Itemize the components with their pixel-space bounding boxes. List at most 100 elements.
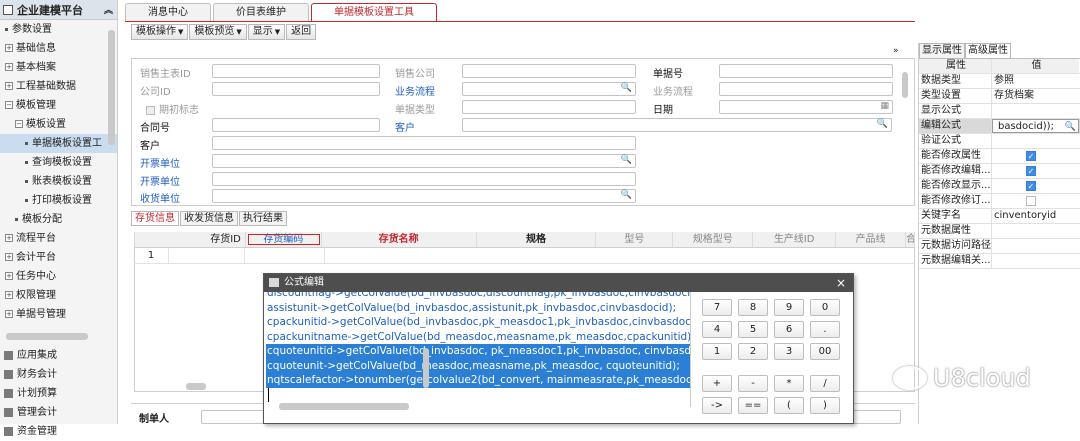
property-row[interactable]: 能否修改编辑... ✓ [919,164,1080,179]
property-value[interactable]: ✓ [992,164,1079,178]
display-button[interactable]: 显示 ▼ [247,24,286,40]
sidebar-item[interactable]: 查询模板设置 [0,153,117,172]
expand-icon[interactable]: + [5,82,13,90]
sub-tab[interactable]: 收发货信息 [180,211,238,226]
keypad-button[interactable]: 00 [810,343,840,360]
search-icon[interactable]: 🔍 [877,119,888,129]
sidebar-item[interactable]: 单据模板设置工 [0,134,117,153]
property-value[interactable] [992,224,1079,238]
module-item[interactable]: 管理会计 [0,403,118,422]
sidebar-item[interactable]: + 基本档案 [0,58,117,77]
property-value[interactable]: cinventoryid [992,209,1079,223]
property-row[interactable]: 能否修改显示... ✓ [919,179,1080,194]
keypad-button[interactable]: . [810,321,840,338]
property-value[interactable]: 存货档案 [992,89,1079,103]
column-header[interactable]: 存货名称 [322,232,477,247]
platform-header[interactable]: 企业建模平台 ︽ [0,0,117,20]
sidebar-item[interactable]: 账表模板设置 [0,172,117,191]
code-line[interactable]: assistunit->getColValue(bd_invbasdoc,ass… [266,301,690,316]
keypad-button[interactable]: 0 [810,299,840,316]
keypad-button[interactable]: -> [702,397,732,414]
search-icon[interactable]: 🔍 [621,190,632,200]
property-row[interactable]: 元数据访问路径 [919,239,1080,254]
keypad-button[interactable]: 8 [738,299,768,316]
property-value[interactable]: ✓ [992,149,1079,163]
expand-icon[interactable]: + [5,310,13,318]
cell[interactable] [169,248,245,263]
keypad-button[interactable]: 5 [738,321,768,338]
property-row[interactable]: 类型设置 存货档案 [919,89,1080,104]
column-header[interactable]: 合同 [906,232,915,247]
property-value[interactable] [992,239,1079,253]
column-header[interactable]: 存货ID [135,232,246,247]
template-ops-button[interactable]: 模板操作 ▼ [131,24,189,40]
input-customer-blue[interactable]: 🔍 [462,118,892,132]
expand-icon[interactable]: + [5,234,13,242]
dialog-titlebar[interactable]: 公式编辑 × [264,274,853,292]
input-company-id[interactable] [212,82,380,96]
tab-item[interactable]: 单据模板设置工具 [311,3,437,22]
table-row[interactable]: 1 [134,248,915,264]
keypad-button[interactable]: 7 [702,299,732,316]
keypad-button[interactable]: 4 [702,321,732,338]
template-preview-button[interactable]: 模板预览 ▼ [189,24,247,40]
property-value[interactable] [992,194,1079,208]
checkbox[interactable]: ✓ [1026,181,1036,191]
code-line[interactable]: cpackunitname->getColValue(bd_measdoc,me… [266,330,690,345]
expand-icon[interactable]: + [5,44,13,52]
checkbox[interactable]: ✓ [1026,151,1036,161]
sidebar-item[interactable]: − 模板设置 [0,115,117,134]
keypad-button[interactable]: - [738,375,768,392]
property-value[interactable]: 参照 [992,74,1079,88]
property-row[interactable]: 数据类型 参照 [919,74,1080,89]
module-item[interactable]: 资金管理 [0,422,118,441]
input-doc-no[interactable] [719,64,893,78]
search-icon[interactable]: 🔍 [1065,120,1076,132]
checkbox[interactable]: ✓ [1026,166,1036,176]
property-row[interactable]: 关键字名 cinventoryid [919,209,1080,224]
sidebar-item[interactable]: + 单据号管理 [0,305,117,324]
code-line[interactable]: cpackunitid->getColValue(bd_invbasdoc,pk… [266,315,690,330]
grid-scrollbar[interactable] [186,383,206,390]
input-invoice-unit-2[interactable] [212,172,636,186]
form-scrollbar[interactable] [902,72,908,98]
editor-vertical-scrollbar[interactable] [423,348,429,388]
column-header[interactable]: 规格 [477,232,597,247]
property-value[interactable] [992,134,1079,148]
property-row[interactable]: 编辑公式 basdocid)); 🔍 [919,119,1080,134]
sub-tab[interactable]: 执行结果 [239,211,287,226]
sidebar-item[interactable]: + 权限管理 [0,286,117,305]
expand-icon[interactable]: + [5,63,13,71]
close-icon[interactable]: × [836,274,846,292]
keypad-button[interactable]: / [810,375,840,392]
input-receive-unit[interactable]: 🔍 [212,189,636,203]
sidebar-item[interactable]: + 任务中心 [0,267,117,286]
sidebar-item[interactable]: + 流程平台 [0,229,117,248]
collapse-icon[interactable]: − [5,101,13,109]
sidebar-item[interactable]: + 工程基础数据 [0,77,117,96]
input-invoice-unit-1[interactable]: 🔍 [212,154,636,168]
sidebar-item[interactable]: + 会计平台 [0,248,117,267]
property-value[interactable]: ✓ [992,179,1079,193]
column-header[interactable]: 型号 [596,232,674,247]
code-line[interactable]: cquoteunit->getColValue(bd_measdoc,measn… [266,358,690,373]
calendar-icon[interactable]: ▦ [880,101,889,111]
column-header[interactable]: 存货编码 [246,232,322,247]
input-customer[interactable] [212,136,636,150]
property-row[interactable]: 元数据编辑关... [919,254,1080,269]
column-header[interactable]: 生产线ID [753,232,837,247]
keypad-button[interactable]: * [774,375,804,392]
keypad-button[interactable]: 1 [702,343,732,360]
keypad-button[interactable]: ( [774,397,804,414]
input-biz-flow-2[interactable] [719,82,893,96]
property-value[interactable] [992,104,1079,118]
sidebar-item[interactable]: 模板分配 [0,210,117,229]
expand-icon[interactable]: + [5,291,13,299]
keypad-button[interactable]: 2 [738,343,768,360]
tab-item[interactable]: 消息中心 [125,3,211,22]
keypad-button[interactable]: 9 [774,299,804,316]
search-icon[interactable]: 🔍 [621,155,632,165]
input-biz-flow[interactable]: 🔍 [462,82,636,96]
opening-flag-checkbox[interactable]: 期初标志 [146,101,199,116]
module-item[interactable]: 财务会计 [0,365,118,384]
